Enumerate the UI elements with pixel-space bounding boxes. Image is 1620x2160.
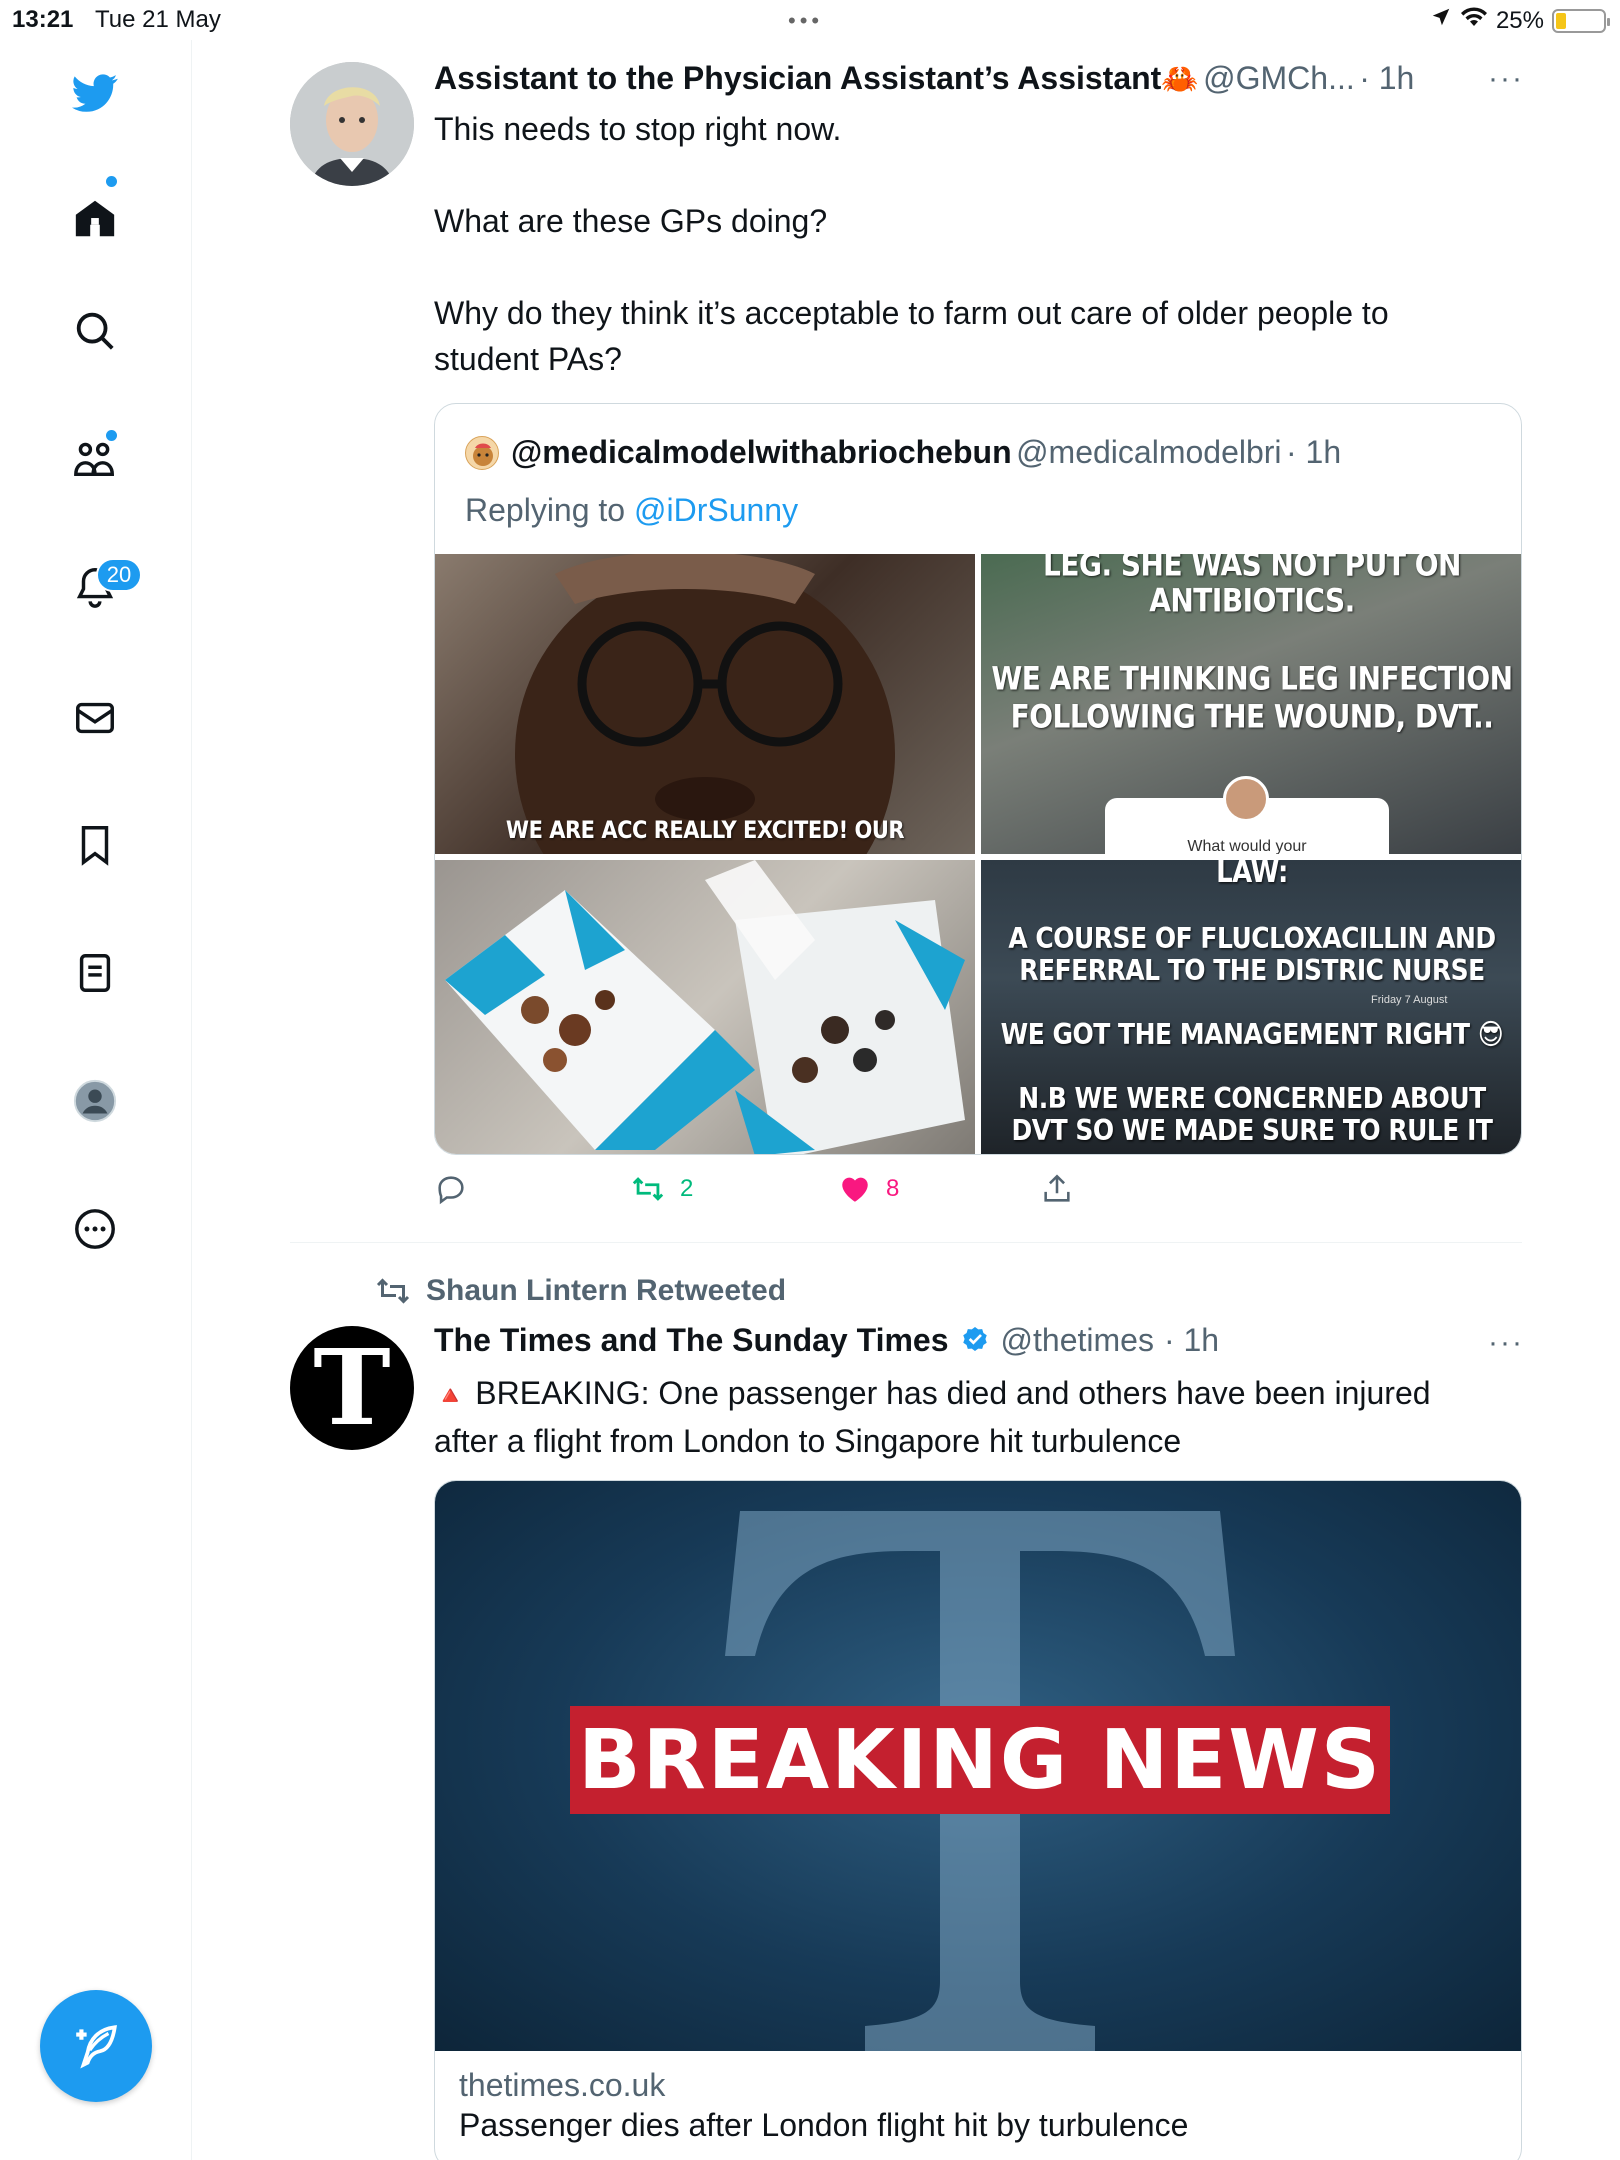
tweet2-header: The Times and The Sunday Times @thetimes… <box>434 1322 1219 1359</box>
tweet2-handle[interactable]: @thetimes <box>1001 1322 1154 1359</box>
quote-time: · 1h <box>1285 434 1342 470</box>
status-right: 25% <box>1430 6 1610 35</box>
profile-avatar-icon[interactable] <box>70 1076 120 1126</box>
image2-line: WE ARE THINKING LEG INFECTION <box>991 659 1513 698</box>
communities-unread-dot <box>106 430 117 441</box>
tweet2-text-line: BREAKING: One passenger has died and oth… <box>475 1375 1431 1411</box>
location-icon <box>1430 6 1452 35</box>
retweet-context: Shaun Lintern Retweeted <box>374 1274 786 1308</box>
quote-author-name[interactable]: @medicalmodelwithabriochebun <box>511 434 1012 470</box>
retweeted-icon <box>376 1278 410 1304</box>
retweet-icon <box>632 1177 664 1201</box>
share-icon <box>1044 1174 1070 1202</box>
quote-handle[interactable]: @medicalmodelbri <box>1016 434 1281 470</box>
image2-line: FOLLOWING THE WOUND, DVT.. <box>1010 697 1494 736</box>
image4-small-date: Friday 7 August <box>1371 994 1448 1006</box>
tweet1-text-line: What are these GPs doing? <box>434 203 828 239</box>
tweet1-actions: 2 8 <box>434 1172 1234 1216</box>
quote-image-1[interactable]: WE ARE ACC REALLY EXCITED! OUR <box>435 554 975 854</box>
image4-line: LAW: <box>1216 860 1288 891</box>
feather-plus-icon <box>76 2025 117 2069</box>
sidebar: 20 <box>0 40 192 2160</box>
replying-handle-link[interactable]: @iDrSunny <box>634 492 798 528</box>
status-date: Tue 21 May <box>95 6 221 33</box>
wifi-icon <box>1460 6 1488 35</box>
notifications-badge: 20 <box>96 558 142 592</box>
multitasking-dots-icon[interactable]: ••• <box>788 8 823 34</box>
replying-label: Replying to <box>465 492 626 528</box>
reply-icon <box>438 1176 464 1205</box>
tweet1-text-line: student PAs? <box>434 341 622 377</box>
bookmarks-icon[interactable] <box>70 820 120 870</box>
image2-line: LEG. SHE WAS NOT PUT ON <box>1043 554 1461 584</box>
image2-poll-text: What would your <box>1187 838 1307 854</box>
compose-tweet-button[interactable] <box>40 1990 152 2102</box>
more-options-icon[interactable] <box>70 1204 120 1254</box>
tweet1-more-icon[interactable]: ··· <box>1488 62 1524 96</box>
like-count: 8 <box>886 1175 900 1202</box>
home-icon[interactable] <box>70 194 120 244</box>
quoted-tweet[interactable]: @medicalmodelwithabriochebun @medicalmod… <box>434 403 1522 1155</box>
battery-percent: 25% <box>1495 6 1544 34</box>
link-card[interactable]: BREAKING NEWS thetimes.co.uk Passenger d… <box>434 1480 1522 2160</box>
image4-line: A COURSE OF FLUCLOXACILLIN AND <box>1008 921 1496 956</box>
image2-avatar <box>1223 776 1269 822</box>
tweet1-time[interactable]: · 1h <box>1359 60 1414 96</box>
link-card-domain: thetimes.co.uk <box>459 2067 666 2103</box>
link-card-title: Passenger dies after London flight hit b… <box>459 2107 1189 2143</box>
tweet1-author-avatar[interactable] <box>290 62 414 186</box>
image2-line: ANTIBIOTICS. <box>1149 581 1355 620</box>
battery-icon <box>1552 8 1610 33</box>
quote-author-avatar[interactable] <box>465 436 499 470</box>
image1-caption: WE ARE ACC REALLY EXCITED! OUR <box>505 816 905 844</box>
retweeted-by-label[interactable]: Shaun Lintern Retweeted <box>426 1274 786 1308</box>
tweet2-author-avatar[interactable]: T <box>290 1326 414 1450</box>
tweet1-text-line: Why do they think it’s acceptable to far… <box>434 295 1389 331</box>
tweet1-handle[interactable]: @GMCh... <box>1203 60 1355 96</box>
reply-button[interactable] <box>434 1172 468 1206</box>
image4-line: DVT SO WE MADE SURE TO RULE IT <box>1011 1113 1493 1148</box>
image4-line: REFERRAL TO THE DISTRIC NURSE <box>1019 953 1485 988</box>
retweet-count: 2 <box>680 1175 694 1202</box>
tweet2-more-icon[interactable]: ··· <box>1488 1326 1524 1360</box>
status-time: 13:21 <box>12 6 74 33</box>
tweet1-header: Assistant to the Physician Assistant’s A… <box>434 60 1414 97</box>
crab-emoji-icon: 🦀 <box>1161 63 1199 96</box>
quote-image-2[interactable]: LEG. SHE WAS NOT PUT ON ANTIBIOTICS. WE … <box>981 554 1521 854</box>
lists-icon[interactable] <box>70 948 120 998</box>
like-button[interactable]: 8 <box>838 1172 899 1206</box>
image2-poll-box: What would your <box>1105 776 1389 854</box>
link-card-image[interactable]: BREAKING NEWS <box>435 1481 1521 2051</box>
tweet1-text-line: This needs to stop right now. <box>434 111 842 147</box>
tweet1-text: This needs to stop right now. What are t… <box>434 106 1524 382</box>
tweet2-text: 🔺 BREAKING: One passenger has died and o… <box>434 1370 1534 1464</box>
tweet-divider <box>290 1242 1522 1243</box>
tweet2-author-name[interactable]: The Times and The Sunday Times <box>434 1322 949 1359</box>
home-unread-dot <box>106 176 117 187</box>
quote-image-4[interactable]: LAW: A COURSE OF FLUCLOXACILLIN AND REFE… <box>981 860 1521 1154</box>
breaking-news-banner: BREAKING NEWS <box>570 1706 1390 1814</box>
heart-icon <box>842 1177 868 1202</box>
image4-line: N.B WE WERE CONCERNED ABOUT <box>1018 1081 1486 1116</box>
verified-badge-icon <box>962 1326 987 1351</box>
twitter-logo-icon[interactable] <box>70 68 120 118</box>
messages-icon[interactable] <box>70 693 120 743</box>
share-button[interactable] <box>1040 1172 1074 1206</box>
tweet2-text-line: after a flight from London to Singapore … <box>434 1423 1182 1459</box>
communities-icon[interactable] <box>70 434 120 484</box>
retweet-button[interactable]: 2 <box>630 1172 693 1206</box>
tweet1-author-name[interactable]: Assistant to the Physician Assistant’s A… <box>434 60 1161 96</box>
tweet2-time: · 1h <box>1163 1322 1220 1358</box>
red-triangle-icon: 🔺 <box>434 1380 467 1410</box>
image4-line: WE GOT THE MANAGEMENT RIGHT 😎 <box>1000 1017 1504 1052</box>
search-icon[interactable] <box>70 306 120 356</box>
status-bar: 13:21 Tue 21 May ••• 25% <box>0 0 1620 40</box>
times-logo-letter: T <box>313 1326 391 1449</box>
quote-image-3[interactable] <box>435 860 975 1154</box>
quote-replying: Replying to @iDrSunny <box>465 492 798 529</box>
quote-header: @medicalmodelwithabriochebun @medicalmod… <box>511 434 1341 471</box>
